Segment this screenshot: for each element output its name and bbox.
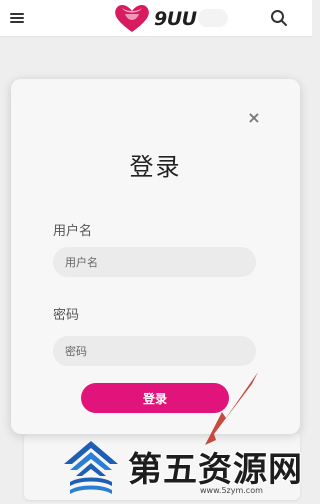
modal-title: 登录: [129, 153, 182, 181]
top-header: 9UU: [0, 0, 312, 37]
login-button[interactable]: 登录: [81, 383, 229, 413]
heart-logo-icon: [115, 5, 149, 32]
password-input[interactable]: [53, 336, 256, 366]
login-modal: × 登录 用户名 密码 登录: [11, 79, 300, 434]
username-label: 用户名: [53, 224, 93, 239]
close-icon[interactable]: ×: [247, 110, 261, 126]
logo-blur: [198, 9, 228, 27]
watermark-url: www.5zym.com: [200, 486, 263, 495]
logo-text: 9UU: [154, 8, 197, 30]
watermark-text: 第五资源网: [128, 450, 303, 490]
username-input[interactable]: [53, 247, 256, 277]
site-logo[interactable]: 9UU: [112, 2, 242, 34]
watermark-logo-icon: [64, 441, 118, 494]
search-icon[interactable]: [270, 9, 288, 27]
watermark: 第五资源网 www.5zym.com: [60, 438, 312, 500]
password-label: 密码: [53, 308, 80, 323]
menu-icon[interactable]: [10, 11, 26, 25]
